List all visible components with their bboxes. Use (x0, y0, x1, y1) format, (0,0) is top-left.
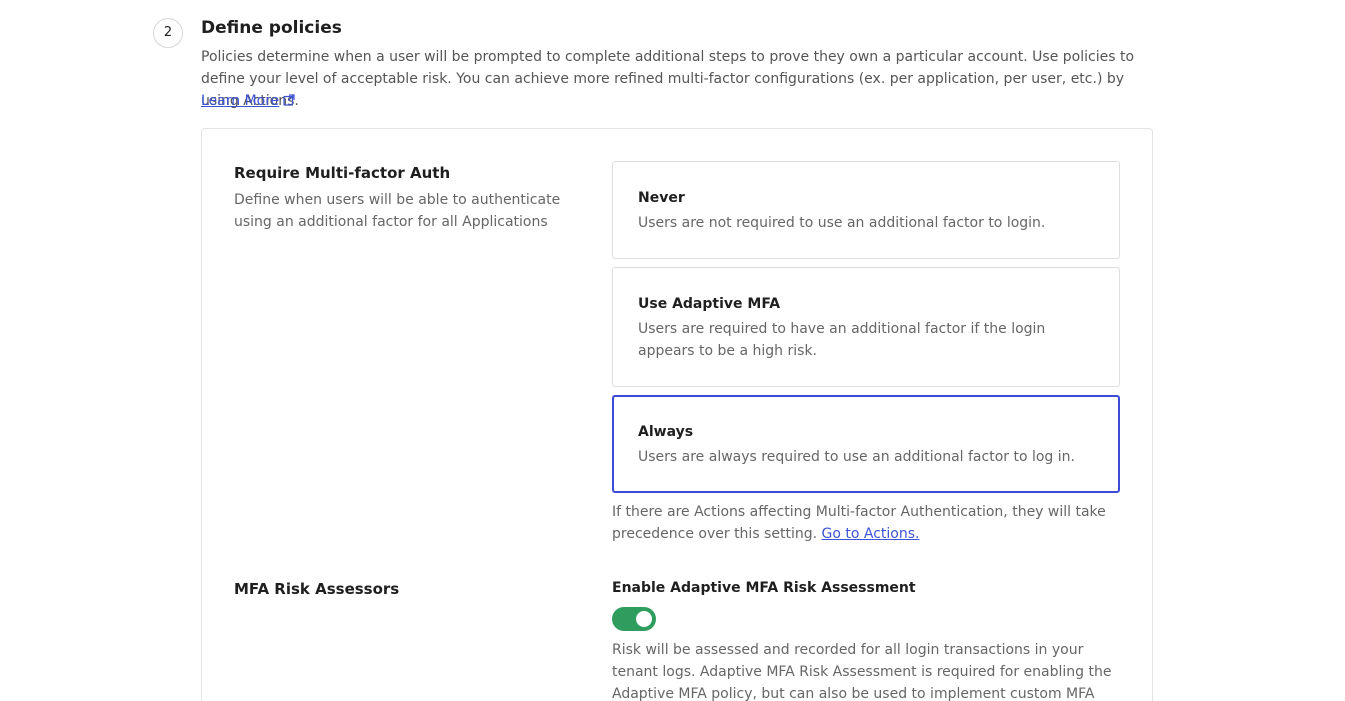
policy-card: Require Multi-factor Auth Define when us… (201, 128, 1153, 701)
section-description: Policies determine when a user will be p… (201, 49, 1135, 109)
step-number-badge: 2 (153, 18, 183, 48)
option-adaptive-mfa-title: Use Adaptive MFA (638, 296, 781, 312)
require-mfa-description: Define when users will be able to authen… (234, 192, 561, 230)
require-mfa-title: Require Multi-factor Auth (234, 164, 451, 182)
section-title: Define policies (201, 18, 342, 38)
adaptive-risk-description: Risk will be assessed and recorded for a… (612, 642, 1112, 701)
external-link-icon (283, 91, 295, 113)
option-never-title: Never (638, 190, 685, 206)
learn-more-link[interactable]: Learn More (201, 90, 295, 113)
adaptive-risk-toggle[interactable] (612, 607, 656, 631)
option-always[interactable]: Always Users are always required to use … (612, 395, 1120, 493)
option-always-title: Always (638, 424, 694, 440)
adaptive-risk-toggle-label: Enable Adaptive MFA Risk Assessment (612, 580, 916, 596)
mfa-policy-page: 2 Define policies Policies determine whe… (0, 0, 1345, 701)
option-never-description: Users are not required to use an additio… (638, 215, 1046, 231)
option-adaptive-mfa-description: Users are required to have an additional… (638, 321, 1046, 359)
actions-precedence-note: If there are Actions affecting Multi-fac… (612, 501, 1112, 545)
option-never[interactable]: Never Users are not required to use an a… (612, 161, 1120, 259)
go-to-actions-link[interactable]: Go to Actions. (822, 526, 920, 542)
option-adaptive-mfa[interactable]: Use Adaptive MFA Users are required to h… (612, 267, 1120, 387)
toggle-knob (636, 611, 652, 627)
risk-assessors-title: MFA Risk Assessors (234, 580, 400, 598)
learn-more-label: Learn More (201, 93, 280, 109)
option-always-description: Users are always required to use an addi… (638, 449, 1075, 465)
